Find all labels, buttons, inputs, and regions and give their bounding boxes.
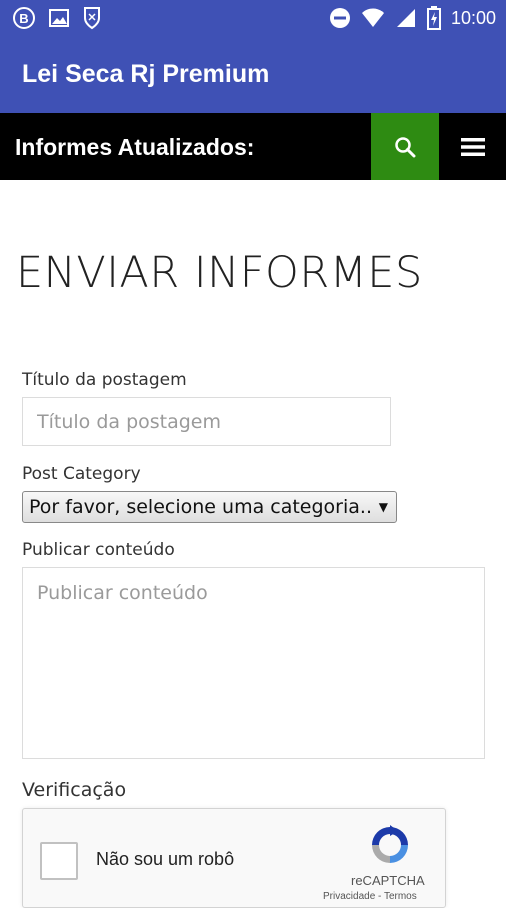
menu-button[interactable] [439, 113, 506, 180]
page-title: ENVIAR INFORMES [16, 248, 423, 298]
svg-text:B: B [19, 11, 28, 26]
status-bar-left: B [12, 6, 102, 30]
signal-icon [396, 9, 415, 27]
wifi-icon [361, 8, 384, 27]
status-bar-right: 10:00 [329, 6, 496, 30]
search-icon [395, 136, 416, 157]
site-header-title: Informes Atualizados: [15, 134, 255, 160]
post-category-select[interactable]: Por favor, selecione uma categoria.. ▼ [22, 491, 397, 523]
app-title: Lei Seca Rj Premium [22, 60, 270, 88]
recaptcha-links[interactable]: Privacidade - Termos [323, 891, 417, 902]
post-title-label: Título da postagem [22, 370, 187, 390]
search-button[interactable] [371, 113, 439, 180]
status-time: 10:00 [450, 8, 496, 28]
hamburger-menu-icon [460, 137, 485, 156]
content-textarea[interactable] [22, 567, 485, 759]
post-title-input[interactable] [22, 397, 391, 446]
app-bar: Lei Seca Rj Premium [0, 36, 506, 113]
content-label: Publicar conteúdo [22, 540, 175, 560]
recaptcha-widget: Não sou um robô reCAPTCHA Privacidade - … [22, 808, 446, 908]
b-notification-icon: B [13, 7, 35, 29]
do-not-disturb-icon [329, 8, 350, 28]
site-header: Informes Atualizados: [0, 113, 506, 180]
status-bar: B 10:00 [0, 0, 506, 36]
recaptcha-brand: reCAPTCHA [351, 873, 425, 888]
shield-notification-icon [84, 7, 100, 30]
recaptcha-checkbox[interactable] [40, 842, 78, 880]
verification-label: Verificação [22, 779, 127, 801]
post-category-selected: Por favor, selecione uma categoria.. [29, 496, 372, 518]
recaptcha-logo-icon [372, 825, 408, 863]
image-notification-icon [49, 9, 69, 27]
chevron-down-icon: ▼ [378, 500, 388, 514]
post-category-label: Post Category [22, 464, 141, 484]
battery-charging-icon [426, 6, 441, 30]
recaptcha-text: Não sou um robô [96, 849, 235, 869]
